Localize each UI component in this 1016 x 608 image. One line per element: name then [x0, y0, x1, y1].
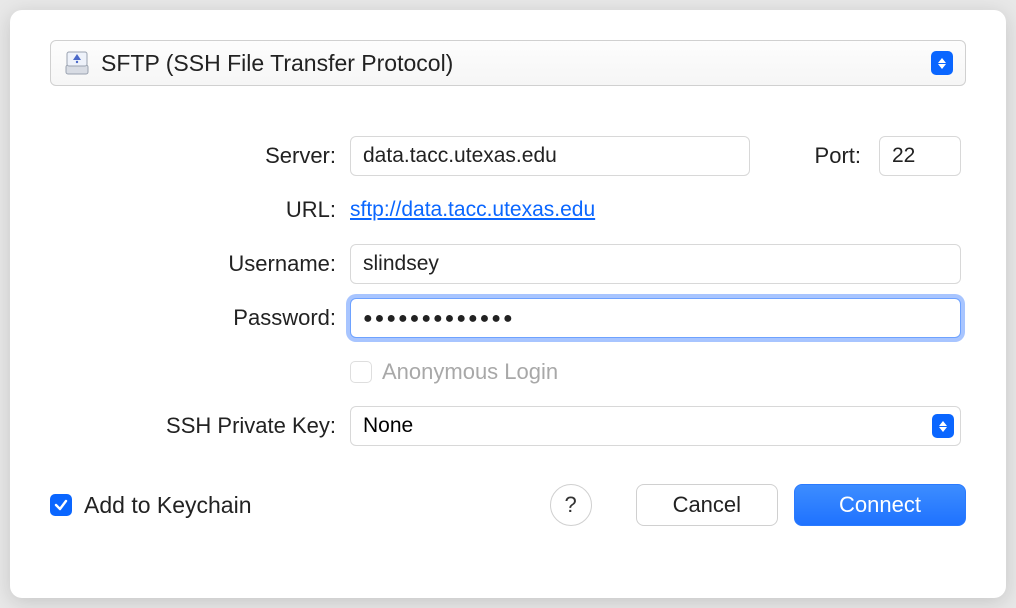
- url-row: URL: sftp://data.tacc.utexas.edu: [120, 190, 961, 230]
- server-label: Server:: [120, 143, 350, 169]
- updown-icon: [932, 414, 954, 438]
- disk-icon: [63, 49, 91, 77]
- ssh-key-value: None: [363, 414, 413, 438]
- anonymous-label: Anonymous Login: [382, 359, 558, 385]
- anonymous-checkbox-wrap: Anonymous Login: [350, 359, 558, 385]
- question-icon: ?: [564, 492, 576, 518]
- password-row: Password: ●●●●●●●●●●●●●: [120, 298, 961, 338]
- port-label: Port:: [815, 143, 861, 169]
- server-input[interactable]: [350, 136, 750, 176]
- updown-icon: [931, 51, 953, 75]
- server-row: Server: Port:: [120, 136, 961, 176]
- username-label: Username:: [120, 251, 350, 277]
- keychain-wrap[interactable]: Add to Keychain: [50, 492, 252, 519]
- password-label: Password:: [120, 305, 350, 331]
- anonymous-row: Anonymous Login: [120, 352, 961, 392]
- connect-button[interactable]: Connect: [794, 484, 966, 526]
- ssh-key-row: SSH Private Key: None: [120, 406, 961, 446]
- port-input[interactable]: [879, 136, 961, 176]
- password-input[interactable]: ●●●●●●●●●●●●●: [350, 298, 961, 338]
- protocol-dropdown[interactable]: SFTP (SSH File Transfer Protocol): [50, 40, 966, 86]
- protocol-label: SFTP (SSH File Transfer Protocol): [101, 50, 931, 77]
- password-mask: ●●●●●●●●●●●●●: [363, 310, 515, 327]
- ssh-key-label: SSH Private Key:: [120, 413, 350, 439]
- form-area: Server: Port: URL: sftp://data.tacc.utex…: [50, 136, 966, 446]
- username-row: Username:: [120, 244, 961, 284]
- ssh-key-select[interactable]: None: [350, 406, 961, 446]
- username-input[interactable]: [350, 244, 961, 284]
- help-button[interactable]: ?: [550, 484, 592, 526]
- cancel-button[interactable]: Cancel: [636, 484, 778, 526]
- keychain-label: Add to Keychain: [84, 492, 252, 519]
- url-link[interactable]: sftp://data.tacc.utexas.edu: [350, 198, 595, 222]
- bottom-row: Add to Keychain ? Cancel Connect: [50, 484, 966, 526]
- url-label: URL:: [120, 197, 350, 223]
- keychain-checkbox[interactable]: [50, 494, 72, 516]
- anonymous-checkbox: [350, 361, 372, 383]
- connection-dialog: SFTP (SSH File Transfer Protocol) Server…: [10, 10, 1006, 598]
